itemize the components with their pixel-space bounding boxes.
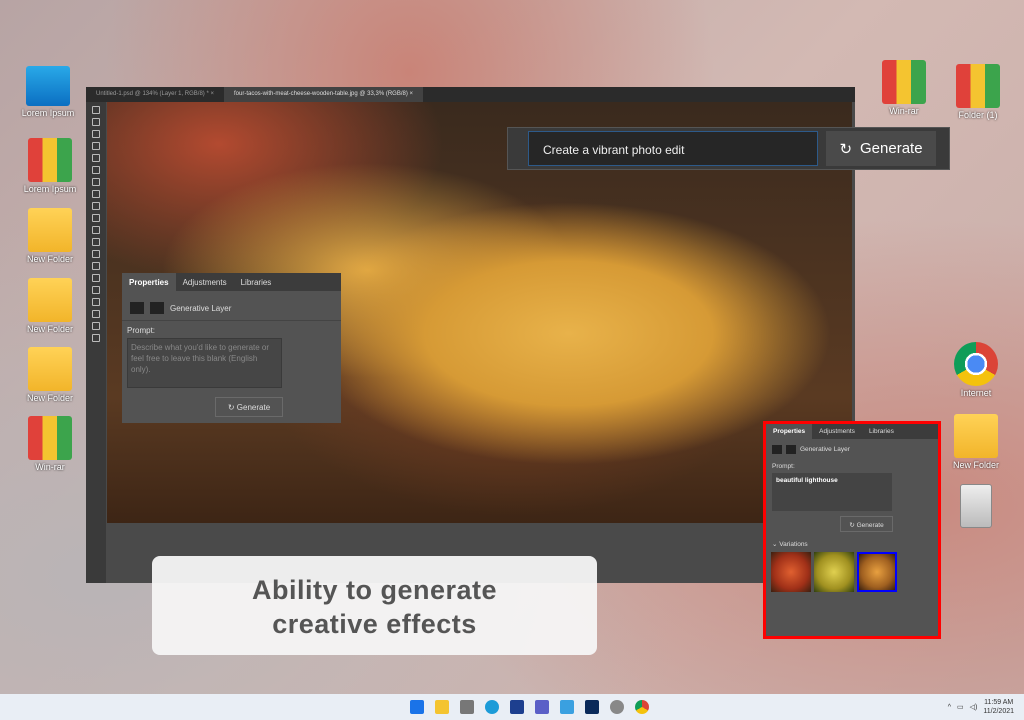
prompt-textarea[interactable]: beautiful lighthouse <box>772 473 892 511</box>
prompt-input[interactable]: Create a vibrant photo edit <box>528 131 818 166</box>
camera-icon[interactable] <box>459 700 474 714</box>
folder-icon <box>28 347 72 391</box>
dodge-icon[interactable] <box>92 262 100 270</box>
mask-icon <box>786 445 796 454</box>
tab-properties[interactable]: Properties <box>122 273 176 291</box>
desktop-icon-folder[interactable]: New Folder <box>18 347 82 403</box>
close-icon[interactable]: × <box>410 91 414 97</box>
desktop-icon-binders[interactable]: Lorem Ipsum <box>18 138 82 194</box>
teams-icon[interactable] <box>534 700 549 714</box>
tab-properties[interactable]: Properties <box>766 424 813 439</box>
tab-adjustments[interactable]: Adjustments <box>176 273 234 291</box>
shape-icon[interactable] <box>92 310 100 318</box>
zoom-icon[interactable] <box>92 334 100 342</box>
crop-tool-icon[interactable] <box>92 154 100 162</box>
close-icon[interactable]: × <box>210 91 214 97</box>
blur-icon[interactable] <box>92 250 100 258</box>
marquee-tool-icon[interactable] <box>92 118 100 126</box>
variations-header[interactable]: ⌄ Variations <box>766 532 938 552</box>
winrar-icon <box>28 416 72 460</box>
brush-icon[interactable] <box>92 190 100 198</box>
settings-icon[interactable] <box>609 700 624 714</box>
lasso-tool-icon[interactable] <box>92 130 100 138</box>
generative-layer-icon <box>130 302 144 314</box>
chevron-up-icon[interactable]: ^ <box>948 704 951 711</box>
store-icon[interactable] <box>509 700 524 714</box>
folder-icon <box>28 208 72 252</box>
clock[interactable]: 11:59 AM 11/2/2021 <box>983 698 1014 716</box>
healing-icon[interactable] <box>92 178 100 186</box>
generate-icon: ↻ <box>839 140 853 158</box>
network-icon[interactable]: ▭ <box>957 703 964 711</box>
move-tool-icon[interactable] <box>92 106 100 114</box>
taskbar: ^ ▭ ◁) 11:59 AM 11/2/2021 <box>0 694 1024 720</box>
mask-icon <box>150 302 164 314</box>
tab-libraries[interactable]: Libraries <box>234 273 279 291</box>
generative-layer-icon <box>772 445 782 454</box>
desktop-icon-folder1[interactable]: Folder (1) <box>946 64 1010 120</box>
stamp-icon[interactable] <box>92 202 100 210</box>
recycle-bin[interactable] <box>944 484 1008 530</box>
variation-thumbnail-selected[interactable] <box>857 552 897 592</box>
edge-icon[interactable] <box>484 700 499 714</box>
properties-panel-highlighted: Properties Adjustments Libraries Generativ… <box>763 421 941 639</box>
generate-bar: Create a vibrant photo edit ↻ Generate <box>507 127 950 170</box>
folder-icon <box>28 278 72 322</box>
trash-icon <box>960 484 992 528</box>
binders-icon <box>28 138 72 182</box>
feature-caption: Ability to generate creative effects <box>152 556 597 655</box>
desktop-icon-folder[interactable]: New Folder <box>18 278 82 334</box>
variation-thumbnail[interactable] <box>771 552 811 592</box>
folder-icon <box>954 414 998 458</box>
history-brush-icon[interactable] <box>92 214 100 222</box>
winrar-icon <box>882 60 926 104</box>
generate-button[interactable]: ↻ Generate <box>826 131 936 166</box>
toolbar <box>86 102 106 583</box>
path-select-icon[interactable] <box>92 298 100 306</box>
pen-icon[interactable] <box>92 274 100 282</box>
binders-icon <box>956 64 1000 108</box>
hand-icon[interactable] <box>92 322 100 330</box>
start-icon[interactable] <box>409 700 424 714</box>
monitor-icon <box>26 66 70 106</box>
eraser-icon[interactable] <box>92 226 100 234</box>
desktop-icon-winrar[interactable]: Win-rar <box>872 60 936 116</box>
desktop-icon-folder[interactable]: New Folder <box>18 208 82 264</box>
desktop-icon-computer[interactable]: Lorem Ipsum <box>16 66 80 118</box>
prompt-textarea[interactable]: Describe what you'd like to generate or … <box>127 338 282 388</box>
volume-icon[interactable]: ◁) <box>970 703 978 711</box>
tab-libraries[interactable]: Libraries <box>862 424 901 439</box>
eyedropper-icon[interactable] <box>92 166 100 174</box>
desktop-icon-internet[interactable]: Internet <box>944 342 1008 398</box>
tab-tacos[interactable]: four-tacos-with-meat-cheese-wooden-table… <box>224 87 424 102</box>
desktop-icon-folder[interactable]: New Folder <box>944 414 1008 470</box>
gradient-icon[interactable] <box>92 238 100 246</box>
tab-untitled[interactable]: Untitled-1.psd @ 134% (Layer 1, RGB/8) *… <box>86 87 224 102</box>
photoshop-taskbar-icon[interactable] <box>584 700 599 714</box>
chrome-icon[interactable] <box>634 700 649 714</box>
properties-panel: Properties Adjustments Libraries Generativ… <box>122 273 341 423</box>
variation-thumbnail[interactable] <box>814 552 854 592</box>
document-tabs: Untitled-1.psd @ 134% (Layer 1, RGB/8) *… <box>86 87 855 102</box>
generate-button[interactable]: ↻ Generate <box>840 516 893 532</box>
desktop-icon-winrar[interactable]: Win-rar <box>18 416 82 472</box>
type-icon[interactable] <box>92 286 100 294</box>
chrome-icon <box>954 342 998 386</box>
generate-button[interactable]: ↻ Generate <box>215 397 283 417</box>
photos-icon[interactable] <box>559 700 574 714</box>
magic-wand-icon[interactable] <box>92 142 100 150</box>
tab-adjustments[interactable]: Adjustments <box>812 424 862 439</box>
file-explorer-icon[interactable] <box>434 700 449 714</box>
